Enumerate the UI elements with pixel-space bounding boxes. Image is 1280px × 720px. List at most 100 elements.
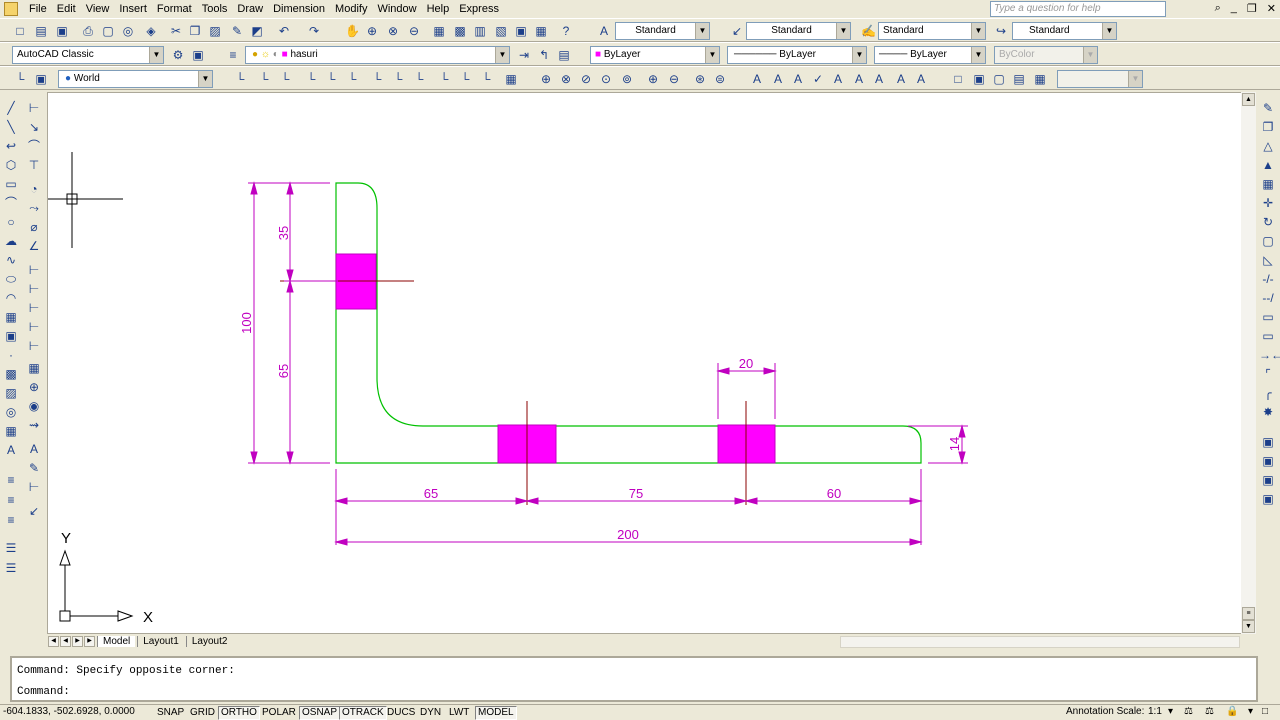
dimension-style-icon[interactable]: ↙ bbox=[25, 503, 43, 520]
ucs-z-icon[interactable]: └ bbox=[457, 71, 473, 87]
zoom-extents-icon[interactable]: ⊜ bbox=[712, 71, 728, 87]
angular-icon[interactable]: ∠ bbox=[25, 238, 43, 255]
layer-select[interactable]: ● ☼ ◐ ■ hasuri ▼ bbox=[245, 46, 510, 64]
ucs-select[interactable]: ● World ▼ bbox=[58, 70, 213, 88]
clean-screen-icon[interactable]: □ bbox=[1262, 706, 1268, 717]
ucs-world-icon[interactable]: └ bbox=[232, 71, 248, 87]
scroll-thumb[interactable]: ≡ bbox=[1242, 607, 1255, 620]
auto-scale-icon[interactable]: ⚖ bbox=[1205, 706, 1214, 717]
gradient-icon[interactable]: ▨ bbox=[2, 385, 20, 402]
zoom-window-icon[interactable]: ⊗ bbox=[385, 23, 401, 39]
workspace-select[interactable]: AutoCAD Classic ▼ bbox=[12, 46, 164, 64]
zoom-all-icon[interactable]: ⊛ bbox=[692, 71, 708, 87]
text-style-icon[interactable]: A bbox=[830, 71, 846, 87]
status-ducs[interactable]: DUCS bbox=[384, 706, 418, 720]
insert-block-icon[interactable]: ▦ bbox=[2, 309, 20, 326]
ellipse-arc-icon[interactable]: ◠ bbox=[2, 290, 20, 307]
next-tab-icon[interactable]: ▶ bbox=[72, 636, 83, 647]
last-tab-icon[interactable]: ▶ bbox=[84, 636, 95, 647]
fillet-icon[interactable]: ╭ bbox=[1259, 385, 1277, 402]
zoom-window-icon[interactable]: ⊗ bbox=[558, 71, 574, 87]
vertical-scrollbar[interactable]: ▲ ≡ ▼ bbox=[1241, 92, 1256, 634]
ucs-view-icon[interactable]: └ bbox=[323, 71, 339, 87]
zoom-dynamic-icon[interactable]: ⊘ bbox=[578, 71, 594, 87]
text-style-icon[interactable]: A bbox=[596, 23, 612, 39]
space-icon[interactable]: ⊢ bbox=[25, 319, 43, 336]
diameter-icon[interactable]: ⌀ bbox=[25, 219, 43, 236]
jogged-linear-icon[interactable]: ⇝ bbox=[25, 417, 43, 434]
menu-express[interactable]: Express bbox=[454, 0, 504, 18]
menu-window[interactable]: Window bbox=[372, 0, 421, 18]
ucs-zaxis-icon[interactable]: └ bbox=[369, 71, 385, 87]
construction-line-icon[interactable]: ╲ bbox=[2, 119, 20, 136]
ucs-x-icon[interactable]: └ bbox=[411, 71, 427, 87]
draw-order-under-icon[interactable]: ▣ bbox=[1259, 491, 1277, 508]
help-icon[interactable]: ? bbox=[558, 23, 574, 39]
make-current-layer-icon[interactable]: ⇥ bbox=[516, 47, 532, 63]
markup-icon[interactable]: ▣ bbox=[513, 23, 529, 39]
drawing-canvas[interactable]: 35 65 100 20 14 65 75 60 200 Y X bbox=[47, 92, 1242, 634]
color-select[interactable]: ■ ByLayer ▼ bbox=[590, 46, 720, 64]
table-style-icon[interactable]: ✍ bbox=[860, 23, 876, 39]
text-convert-icon[interactable]: A bbox=[913, 71, 929, 87]
make-block-icon[interactable]: ▣ bbox=[2, 328, 20, 345]
aligned-dimension-icon[interactable]: ↘ bbox=[25, 119, 43, 136]
draw-order-front-icon[interactable]: ▣ bbox=[1259, 434, 1277, 451]
line-icon[interactable]: ╱ bbox=[2, 100, 20, 117]
spline-icon[interactable]: ∿ bbox=[2, 252, 20, 269]
publish-icon[interactable]: ◎ bbox=[120, 23, 136, 39]
viewport-scale-icon[interactable]: ▦ bbox=[1032, 71, 1048, 87]
ucs-icon[interactable]: └ bbox=[12, 71, 28, 87]
zoom-in-icon[interactable]: ⊕ bbox=[645, 71, 661, 87]
layer-tool-icon[interactable]: ≡ bbox=[2, 472, 20, 489]
properties-icon[interactable]: ▦ bbox=[431, 23, 447, 39]
ucs-3point-icon[interactable]: └ bbox=[390, 71, 406, 87]
chamfer-icon[interactable]: ⌜ bbox=[1259, 366, 1277, 383]
annotation-scale-value[interactable]: 1:1 bbox=[1148, 706, 1162, 717]
dimension-text-edit-icon[interactable]: ✎ bbox=[25, 460, 43, 477]
block-editor-icon[interactable]: ◩ bbox=[249, 23, 265, 39]
layer-manager-icon[interactable]: ≡ bbox=[225, 47, 241, 63]
ordinate-icon[interactable]: ⊤ bbox=[25, 157, 43, 174]
status-ortho[interactable]: ORTHO bbox=[218, 706, 260, 720]
first-tab-icon[interactable]: ◀ bbox=[48, 636, 59, 647]
radius-icon[interactable]: ◔ bbox=[25, 181, 43, 198]
scroll-down-icon[interactable]: ▼ bbox=[1242, 620, 1255, 633]
plot-icon[interactable]: ⎙ bbox=[80, 23, 96, 39]
zoom-previous-icon[interactable]: ⊖ bbox=[406, 23, 422, 39]
layer-tool-3-icon[interactable]: ≡ bbox=[2, 512, 20, 529]
help-search-input[interactable]: Type a question for help bbox=[990, 1, 1166, 17]
status-otrack[interactable]: OTRACK bbox=[339, 706, 387, 720]
polyline-icon[interactable]: ↩ bbox=[2, 138, 20, 155]
paste-icon[interactable]: ▨ bbox=[207, 23, 223, 39]
point-icon[interactable]: · bbox=[2, 347, 20, 364]
center-mark-icon[interactable]: ⊕ bbox=[25, 379, 43, 396]
3d-dwf-icon[interactable]: ◈ bbox=[143, 23, 159, 39]
move-icon[interactable]: ✛ bbox=[1259, 195, 1277, 212]
menu-draw[interactable]: Draw bbox=[232, 0, 268, 18]
find-text-icon[interactable]: A bbox=[790, 71, 806, 87]
plot-preview-icon[interactable]: ▢ bbox=[100, 23, 116, 39]
horizontal-scrollbar[interactable] bbox=[840, 636, 1240, 648]
copy-object-icon[interactable]: ❐ bbox=[1259, 119, 1277, 136]
annotation-visibility-icon[interactable]: ⚖ bbox=[1184, 706, 1193, 717]
table-style-select[interactable]: Standard ▼ bbox=[878, 22, 986, 40]
coordinate-readout[interactable]: -604.1833, -502.6928, 0.0000 bbox=[3, 706, 135, 717]
redo-icon[interactable]: ↷ bbox=[306, 23, 322, 39]
menu-view[interactable]: View bbox=[81, 0, 115, 18]
command-window[interactable]: Command: Specify opposite corner: Comman… bbox=[10, 656, 1258, 702]
extend-icon[interactable]: --/ bbox=[1259, 290, 1277, 307]
revision-cloud-icon[interactable]: ☁ bbox=[2, 233, 20, 250]
inspect-icon[interactable]: ◉ bbox=[25, 398, 43, 415]
chevron-down-icon[interactable]: ▾ bbox=[1168, 706, 1173, 717]
polygon-icon[interactable]: ⬡ bbox=[2, 157, 20, 174]
layer-states-icon[interactable]: ▤ bbox=[556, 47, 572, 63]
sheet-set-icon[interactable]: ▧ bbox=[493, 23, 509, 39]
ucs-apply-icon[interactable]: └ bbox=[478, 71, 494, 87]
offset-icon[interactable]: ▲ bbox=[1259, 157, 1277, 174]
zoom-realtime-icon[interactable]: ⊕ bbox=[538, 71, 554, 87]
zoom-realtime-icon[interactable]: ⊕ bbox=[364, 23, 380, 39]
close-icon[interactable]: ✕ bbox=[1267, 2, 1276, 15]
stretch-icon[interactable]: ◺ bbox=[1259, 252, 1277, 269]
layer-tool-4-icon[interactable]: ☰ bbox=[2, 540, 20, 557]
